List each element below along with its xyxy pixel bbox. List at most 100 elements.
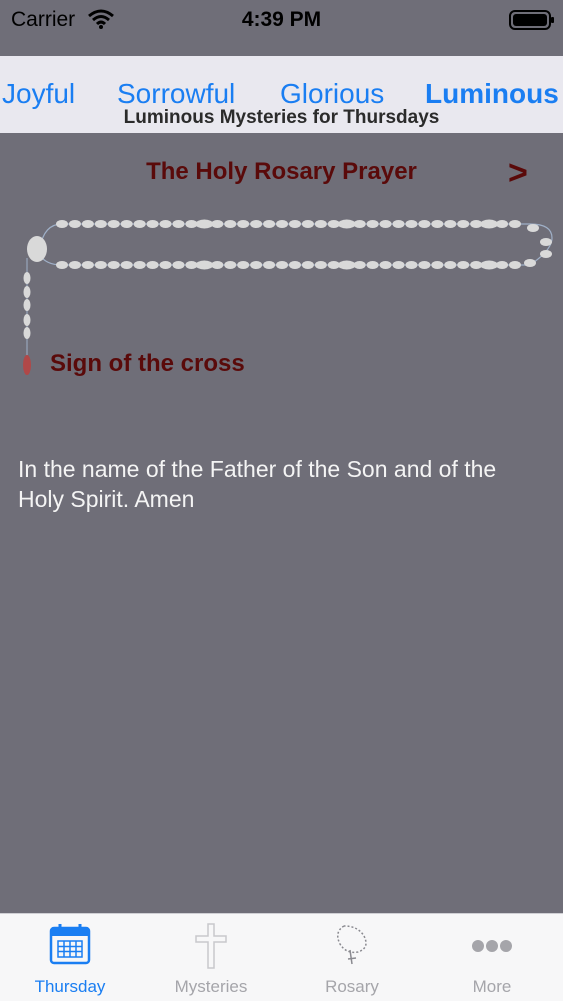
rosary-bead (81, 220, 94, 228)
rosary-tail-bead (23, 327, 31, 339)
rosary-bead (224, 220, 237, 228)
rosary-bead (107, 220, 120, 228)
rosary-bead (211, 261, 224, 269)
rosary-bead (146, 261, 159, 269)
rosary-bead (172, 261, 185, 269)
rosary-bead (288, 220, 301, 228)
rosary-bead (276, 220, 289, 228)
rosary-bead (379, 261, 392, 269)
prayer-name: Sign of the cross (50, 350, 245, 377)
prayer-text: In the name of the Father of the Son and… (18, 456, 497, 512)
rosary-bead (288, 261, 301, 269)
rosary-bead (509, 220, 521, 228)
rosary-bead (314, 220, 327, 228)
rosary-bead-large (195, 260, 214, 270)
rosary-bead (353, 261, 366, 269)
rosary-bead (237, 261, 250, 269)
rosary-bead (224, 261, 237, 269)
tabbar-label-thursday: Thursday (34, 977, 106, 996)
rosary-bead (418, 261, 431, 269)
rosary-bead-large (337, 260, 356, 270)
mystery-segment-bar: Joyful Sorrowful Glorious Luminous Lumin… (0, 56, 563, 133)
rosary-bead (211, 220, 224, 228)
rosary-bead-large (480, 219, 499, 229)
rosary-bead (263, 220, 276, 228)
rosary-bead (457, 261, 470, 269)
rosary-bead (431, 261, 444, 269)
rosary-tail-bead (23, 314, 31, 326)
rosary-bead (68, 261, 81, 269)
rosary-bead (301, 220, 314, 228)
rosary-bead (405, 261, 418, 269)
rosary-bead (159, 261, 172, 269)
rosary-bead (68, 220, 81, 228)
rosary-bead (314, 261, 327, 269)
prayer-title: The Holy Rosary Prayer (146, 158, 417, 185)
tab-bar: Thursday Mysteries Rosary More (0, 913, 563, 1001)
rosary-bead (418, 220, 431, 228)
rosary-bead-large (195, 219, 214, 229)
rosary-tail-bead (23, 299, 31, 311)
rosary-bead (301, 261, 314, 269)
rosary-bead (159, 220, 172, 228)
tab-joyful[interactable]: Joyful (2, 78, 75, 110)
rosary-bead (276, 261, 289, 269)
rosary-bead (444, 220, 457, 228)
rosary-bead (540, 238, 552, 246)
rosary-centerpiece (27, 236, 47, 262)
rosary-bead (172, 220, 185, 228)
rosary-bead (379, 220, 392, 228)
more-icon (422, 922, 562, 970)
rosary-bead (250, 261, 263, 269)
tab-sorrowful[interactable]: Sorrowful (117, 78, 235, 110)
rosary-bead (250, 220, 263, 228)
tabbar-item-thursday[interactable]: Thursday (0, 914, 140, 1001)
rosary-bead (94, 220, 107, 228)
rosary-bead (527, 224, 539, 232)
rosary-bead (133, 220, 146, 228)
tabbar-label-rosary: Rosary (325, 977, 379, 996)
rosary-bead (457, 220, 470, 228)
rosary-bead (405, 220, 418, 228)
mystery-subtitle: Luminous Mysteries for Thursdays (123, 107, 440, 128)
next-button[interactable]: > (508, 156, 528, 190)
tab-luminous[interactable]: Luminous (425, 78, 559, 110)
rosary-current-bead (23, 355, 31, 375)
tabbar-item-mysteries[interactable]: Mysteries (141, 914, 281, 1001)
rosary-bead (444, 261, 457, 269)
rosary-bead (56, 220, 68, 228)
rosary-bead (353, 220, 366, 228)
tabbar-item-rosary[interactable]: Rosary (282, 914, 422, 1001)
rosary-bead (509, 261, 521, 269)
rosary-bead (133, 261, 146, 269)
rosary-bead (120, 261, 133, 269)
rosary-bead (524, 259, 536, 267)
rosary-bead (540, 250, 552, 258)
rosary-bead (366, 220, 379, 228)
rosary-icon (282, 922, 422, 970)
rosary-bead (237, 220, 250, 228)
rosary-bead (392, 261, 405, 269)
rosary-bead (496, 261, 509, 269)
calendar-icon (0, 922, 140, 970)
tabbar-item-more[interactable]: More (422, 914, 562, 1001)
cross-icon (141, 922, 281, 970)
rosary-bead (107, 261, 120, 269)
tabbar-label-mysteries: Mysteries (174, 977, 248, 996)
status-bar: Carrier 4:39 PM (0, 0, 563, 56)
rosary-bead (94, 261, 107, 269)
rosary-tail-bead (23, 286, 31, 298)
status-time: 4:39 PM (241, 8, 322, 31)
rosary-bead (56, 261, 68, 269)
tabbar-label-more: More (472, 977, 512, 996)
rosary-bead (496, 220, 509, 228)
battery-icon (509, 10, 555, 35)
rosary-bead-large (480, 260, 499, 270)
rosary-bead (120, 220, 133, 228)
rosary-bead (146, 220, 159, 228)
rosary-bead (366, 261, 379, 269)
rosary-bead (392, 220, 405, 228)
tab-glorious[interactable]: Glorious (280, 78, 384, 110)
rosary-bead (431, 220, 444, 228)
rosary-bead-large (337, 219, 356, 229)
